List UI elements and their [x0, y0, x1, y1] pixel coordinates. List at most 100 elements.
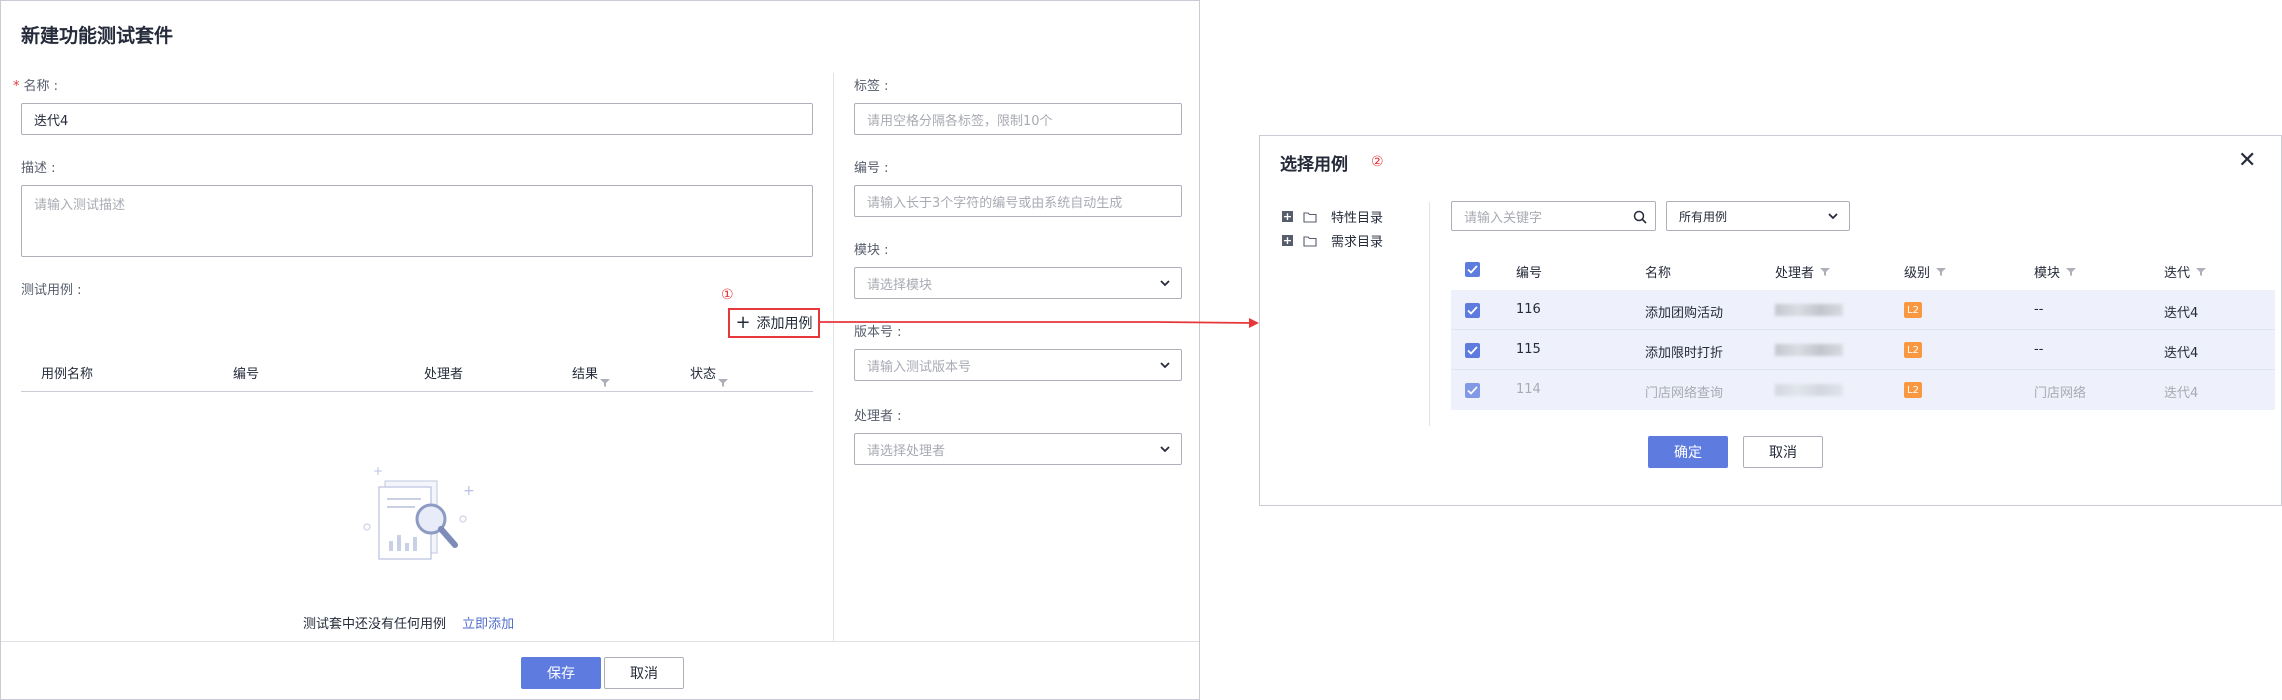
- header-module[interactable]: 模块: [2034, 262, 2077, 281]
- empty-state-message: 测试套中还没有任何用例 立即添加: [303, 613, 514, 632]
- plus-icon: +: [735, 312, 751, 333]
- expand-icon[interactable]: +: [1282, 211, 1293, 222]
- new-test-suite-panel: 新建功能测试套件 * 名称 : 迭代4 描述 : 请输入测试描述 测试用例 : ①…: [0, 0, 1200, 700]
- name-input[interactable]: 迭代4: [21, 103, 813, 135]
- level-badge: L2: [1904, 342, 1922, 358]
- header-name[interactable]: 名称: [1645, 262, 1671, 281]
- filter-icon[interactable]: [718, 378, 729, 388]
- row-checkbox[interactable]: [1465, 343, 1480, 358]
- name-label-text: 名称 :: [23, 79, 59, 94]
- tree-item-label: 需求目录: [1331, 235, 1384, 250]
- case-name[interactable]: 添加团购活动: [1645, 302, 1723, 321]
- version-select[interactable]: 请输入测试版本号: [854, 349, 1182, 381]
- keyword-search-input[interactable]: 请输入关键字: [1451, 201, 1656, 231]
- tree-item-requirement-dir[interactable]: + 需求目录: [1282, 231, 1383, 250]
- add-now-link[interactable]: 立即添加: [462, 617, 514, 632]
- header-status-label: 状态: [690, 367, 717, 382]
- level-badge: L2: [1904, 382, 1922, 398]
- add-case-button[interactable]: + 添加用例: [728, 308, 820, 338]
- table-row-disabled: 114 门店网络查询 L2 门店网络 迭代4: [1451, 370, 2275, 410]
- search-placeholder: 请输入关键字: [1464, 210, 1543, 226]
- row-checkbox: [1465, 383, 1480, 398]
- filter-icon[interactable]: [600, 378, 611, 388]
- version-placeholder: 请输入测试版本号: [867, 359, 972, 375]
- chevron-down-icon: [1160, 362, 1170, 369]
- header-case-id[interactable]: 编号: [233, 363, 259, 382]
- close-icon[interactable]: ✕: [2238, 148, 2256, 173]
- tree-divider: [1429, 202, 1430, 426]
- header-assignee[interactable]: 处理者: [424, 363, 463, 382]
- dialog-title: 选择用例: [1280, 155, 1348, 175]
- save-button[interactable]: 保存: [521, 657, 601, 689]
- assignee-placeholder: 请选择处理者: [867, 443, 946, 459]
- case-iteration: 迭代4: [2164, 386, 2199, 401]
- filter-icon[interactable]: [1936, 267, 1947, 277]
- header-module-label: 模块: [2034, 266, 2061, 281]
- annotation-marker-2: ②: [1371, 154, 1384, 170]
- empty-state-text: 测试套中还没有任何用例: [303, 617, 447, 632]
- name-input-value: 迭代4: [34, 113, 69, 129]
- footer-divider: [1, 641, 1199, 642]
- check-icon: [1467, 265, 1478, 274]
- number-label: 编号 :: [854, 161, 889, 176]
- number-placeholder: 请输入长于3个字符的编号或由系统自动生成: [867, 195, 1123, 211]
- case-module: --: [2034, 342, 2044, 357]
- level-badge: L2: [1904, 302, 1922, 318]
- assignee-redacted: [1775, 304, 1843, 316]
- check-icon: [1467, 346, 1478, 355]
- empty-search-illustration-icon: + +: [363, 464, 475, 560]
- filter-icon[interactable]: [1820, 267, 1831, 277]
- header-iteration[interactable]: 迭代: [2164, 262, 2207, 281]
- required-mark: *: [13, 79, 20, 94]
- folder-icon: [1303, 235, 1317, 247]
- module-placeholder: 请选择模块: [867, 277, 933, 293]
- header-assignee[interactable]: 处理者: [1775, 262, 1831, 281]
- search-icon[interactable]: [1633, 210, 1647, 224]
- desc-textarea[interactable]: 请输入测试描述: [21, 185, 813, 257]
- number-input[interactable]: 请输入长于3个字符的编号或由系统自动生成: [854, 185, 1182, 217]
- select-all-checkbox[interactable]: [1465, 262, 1480, 277]
- check-icon: [1467, 306, 1478, 315]
- case-name[interactable]: 添加限时打折: [1645, 342, 1723, 361]
- tree-item-feature-dir[interactable]: + 特性目录: [1282, 207, 1383, 226]
- confirm-button[interactable]: 确定: [1648, 436, 1728, 468]
- header-result-label: 结果: [572, 367, 599, 382]
- chevron-down-icon: [1160, 280, 1170, 287]
- expand-icon[interactable]: +: [1282, 235, 1293, 246]
- table-header-row: 编号 名称 处理者 级别 模块 迭代: [1451, 250, 2275, 290]
- svg-text:+: +: [373, 464, 383, 478]
- tags-input[interactable]: 请用空格分隔各标签，限制10个: [854, 103, 1182, 135]
- module-select[interactable]: 请选择模块: [854, 267, 1182, 299]
- table-row[interactable]: 116 添加团购活动 L2 -- 迭代4: [1451, 290, 2275, 330]
- desc-placeholder: 请输入测试描述: [34, 198, 126, 213]
- header-result[interactable]: 结果: [572, 363, 611, 387]
- cancel-button[interactable]: 取消: [604, 657, 684, 689]
- header-status[interactable]: 状态: [690, 363, 729, 387]
- case-iteration: 迭代4: [2164, 306, 2199, 321]
- table-row[interactable]: 115 添加限时打折 L2 -- 迭代4: [1451, 330, 2275, 370]
- select-cases-dialog: 选择用例 ② ✕ + 特性目录 + 需求目录 请输入关键字 所有用例 编号 名称…: [1259, 135, 2282, 506]
- page-title: 新建功能测试套件: [21, 25, 174, 47]
- header-assignee-label: 处理者: [1775, 266, 1815, 281]
- case-name: 门店网络查询: [1645, 386, 1724, 401]
- case-filter-select[interactable]: 所有用例: [1666, 201, 1850, 231]
- case-filter-value: 所有用例: [1679, 209, 1728, 224]
- table-header-divider: [21, 391, 813, 392]
- chevron-down-icon: [1160, 446, 1170, 453]
- assignee-select[interactable]: 请选择处理者: [854, 433, 1182, 465]
- case-id: 114: [1516, 382, 1541, 397]
- desc-label: 描述 :: [21, 161, 56, 176]
- header-id[interactable]: 编号: [1516, 262, 1542, 281]
- header-iteration-label: 迭代: [2164, 266, 2191, 281]
- filter-icon[interactable]: [2196, 267, 2207, 277]
- svg-text:+: +: [463, 483, 475, 499]
- row-checkbox[interactable]: [1465, 303, 1480, 318]
- annotation-marker-1: ①: [721, 287, 734, 303]
- case-iteration: 迭代4: [2164, 346, 2199, 361]
- header-level[interactable]: 级别: [1904, 262, 1947, 281]
- dialog-cancel-button[interactable]: 取消: [1743, 436, 1823, 468]
- add-case-label: 添加用例: [756, 316, 813, 332]
- filter-icon[interactable]: [2066, 267, 2077, 277]
- case-id: 115: [1516, 342, 1541, 357]
- header-case-name[interactable]: 用例名称: [41, 363, 93, 382]
